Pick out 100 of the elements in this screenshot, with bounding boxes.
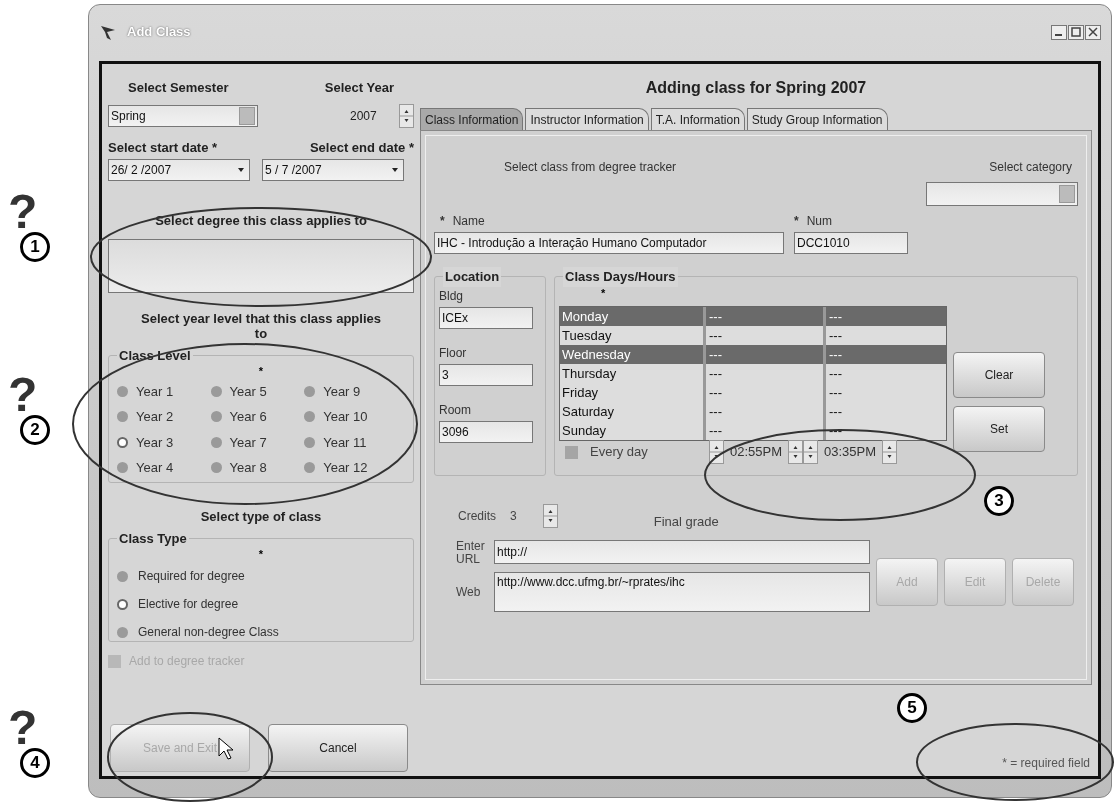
radio-button[interactable] — [117, 411, 128, 423]
semester-dropdown[interactable]: Spring — [108, 104, 258, 127]
location-field[interactable]: ICEx — [439, 307, 533, 329]
question-mark: ? — [8, 708, 38, 748]
radio-option[interactable]: Year 6 — [210, 407, 305, 427]
end-cell-text: --- — [828, 422, 843, 440]
start-cell: --- — [706, 345, 826, 364]
radio-option[interactable]: Required for degree — [117, 567, 405, 585]
tracker-label: Select class from degree tracker — [504, 159, 677, 176]
maximize-icon[interactable] — [1068, 24, 1084, 40]
radio-option[interactable]: Year 3 — [117, 432, 211, 452]
radio-button[interactable] — [117, 436, 128, 448]
radio-option[interactable]: Year 10 — [304, 407, 405, 427]
radio-button[interactable] — [117, 462, 128, 474]
radio-button[interactable] — [304, 411, 316, 423]
end-cell-text: --- — [828, 403, 843, 421]
end-cell-text: --- — [828, 365, 843, 383]
start-cell: --- — [706, 402, 826, 421]
date-picker[interactable]: 5 / 7 /2007 — [262, 159, 404, 181]
radio-option[interactable]: Year 2 — [117, 407, 211, 427]
name-label: Name — [452, 213, 485, 230]
button[interactable]: Clear — [953, 352, 1045, 398]
tab[interactable]: Instructor Information — [525, 108, 649, 130]
checkbox-option[interactable]: Every day — [565, 442, 709, 462]
radio-button[interactable] — [117, 385, 128, 397]
radio-button[interactable] — [304, 462, 316, 474]
spinner-arrows-icon[interactable] — [803, 440, 819, 464]
name-field[interactable]: IHC - Introdução a Interação Humano Computador — [434, 232, 784, 254]
question-mark: ? — [8, 375, 38, 415]
required-note: * = required field — [1002, 755, 1090, 772]
location-field[interactable]: 3 — [439, 364, 533, 386]
class-type-prompt: Select type of class — [199, 507, 323, 526]
days-list[interactable]: Monday --- --- Tuesday --- --- Wednesday --- --- Thursday --- --- Friday --- --- Saturday --- --- Sunday --- --- — [559, 306, 947, 441]
start-cell: --- — [706, 383, 826, 402]
end-cell-text: --- — [828, 384, 843, 402]
question-mark: ? — [8, 192, 38, 232]
radio-option[interactable]: Year 8 — [210, 458, 305, 478]
radio-button[interactable] — [210, 385, 222, 397]
radio-button[interactable] — [210, 411, 222, 423]
category-dropdown[interactable] — [926, 182, 1078, 206]
day-row[interactable]: Friday --- --- — [560, 383, 946, 402]
tab[interactable]: T.A. Information — [650, 108, 745, 130]
radio-option[interactable]: Year 1 — [117, 381, 211, 401]
spinner-arrows-icon[interactable] — [882, 440, 898, 464]
year-value: 2007 — [350, 107, 377, 125]
radio-option[interactable]: Year 12 — [304, 458, 405, 478]
location-label: Bldg — [439, 288, 465, 305]
radio-option[interactable]: Elective for degree — [117, 595, 405, 613]
day-row[interactable]: Wednesday --- --- — [560, 345, 946, 364]
start-date-label: Select start date * — [108, 138, 218, 157]
radio-option[interactable]: Year 5 — [210, 381, 305, 401]
url-field[interactable]: http:// — [494, 539, 870, 564]
location-label: Room — [439, 402, 472, 419]
radio-button[interactable] — [117, 598, 128, 610]
radio-button[interactable] — [304, 385, 316, 397]
day-cell: Friday — [560, 383, 706, 402]
start-time: 02:55PM — [730, 443, 783, 462]
tab[interactable]: Study Group Information — [746, 108, 888, 130]
button[interactable]: Cancel — [268, 724, 408, 772]
day-row[interactable]: Saturday --- --- — [560, 402, 946, 421]
radio-option[interactable]: Year 7 — [210, 432, 305, 452]
credits-label: Credits — [458, 507, 496, 525]
radio-option[interactable]: Year 11 — [304, 432, 405, 452]
radio-option[interactable]: Year 9 — [304, 381, 405, 401]
day-row[interactable]: Monday --- --- — [560, 307, 946, 326]
checkbox[interactable] — [565, 445, 578, 459]
date-picker[interactable]: 26/ 2 /2007 — [108, 159, 250, 181]
day-cell: Sunday — [560, 421, 706, 440]
web-field[interactable]: http://www.dcc.ufmg.br/~rprates/ihc — [494, 571, 870, 612]
day-row[interactable]: Thursday --- --- — [560, 364, 946, 383]
location-field[interactable]: 3096 — [439, 421, 533, 443]
radio-option[interactable]: Year 4 — [117, 458, 211, 478]
end-cell-text: --- — [828, 308, 843, 326]
end-time: 03:35PM — [824, 443, 877, 462]
mouse-cursor-icon — [218, 737, 234, 761]
radio-option[interactable]: General non-degree Class — [117, 623, 405, 641]
web-label: Web — [456, 583, 482, 601]
radio-button[interactable] — [210, 462, 222, 474]
radio-button[interactable] — [117, 570, 128, 582]
day-cell: Wednesday — [560, 345, 706, 364]
radio-button[interactable] — [117, 626, 128, 638]
credits-value: 3 — [510, 507, 517, 525]
radio-button[interactable] — [210, 436, 222, 448]
degree-list[interactable] — [108, 238, 414, 293]
num-field[interactable]: DCC1010 — [794, 232, 908, 254]
start-cell: --- — [706, 307, 826, 326]
spinner-arrows-icon[interactable] — [788, 440, 804, 464]
radio-button[interactable] — [304, 436, 316, 448]
start-cell: --- — [706, 364, 826, 383]
end-cell-text: --- — [828, 327, 843, 345]
final-grade-label: Final grade — [653, 513, 719, 531]
group-title: Class Days/Hours — [563, 267, 678, 287]
dialog-heading: Adding class for Spring 2007 — [644, 78, 868, 98]
num-label: Num — [806, 213, 832, 230]
annotation-number: 1 — [20, 232, 50, 262]
url-label: Enter URL — [456, 539, 486, 566]
tab[interactable]: Class Information — [420, 108, 524, 130]
minimize-icon[interactable] — [1051, 24, 1067, 40]
close-icon[interactable] — [1085, 24, 1101, 40]
button[interactable]: Set — [953, 406, 1045, 452]
